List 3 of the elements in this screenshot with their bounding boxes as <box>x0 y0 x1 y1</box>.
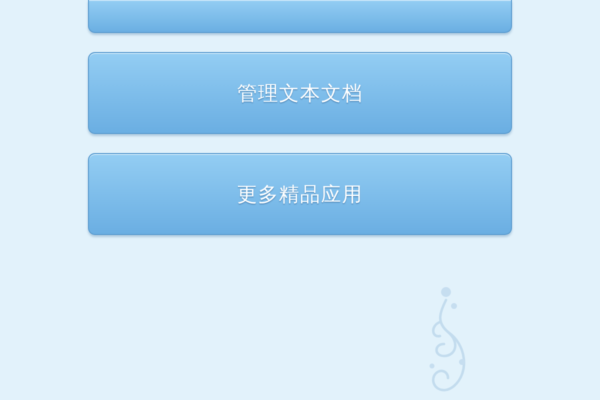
menu-button[interactable]: 更多精品应用 <box>88 153 512 235</box>
menu-button[interactable] <box>88 0 512 33</box>
menu-button[interactable]: 管理文本文档 <box>88 52 512 134</box>
